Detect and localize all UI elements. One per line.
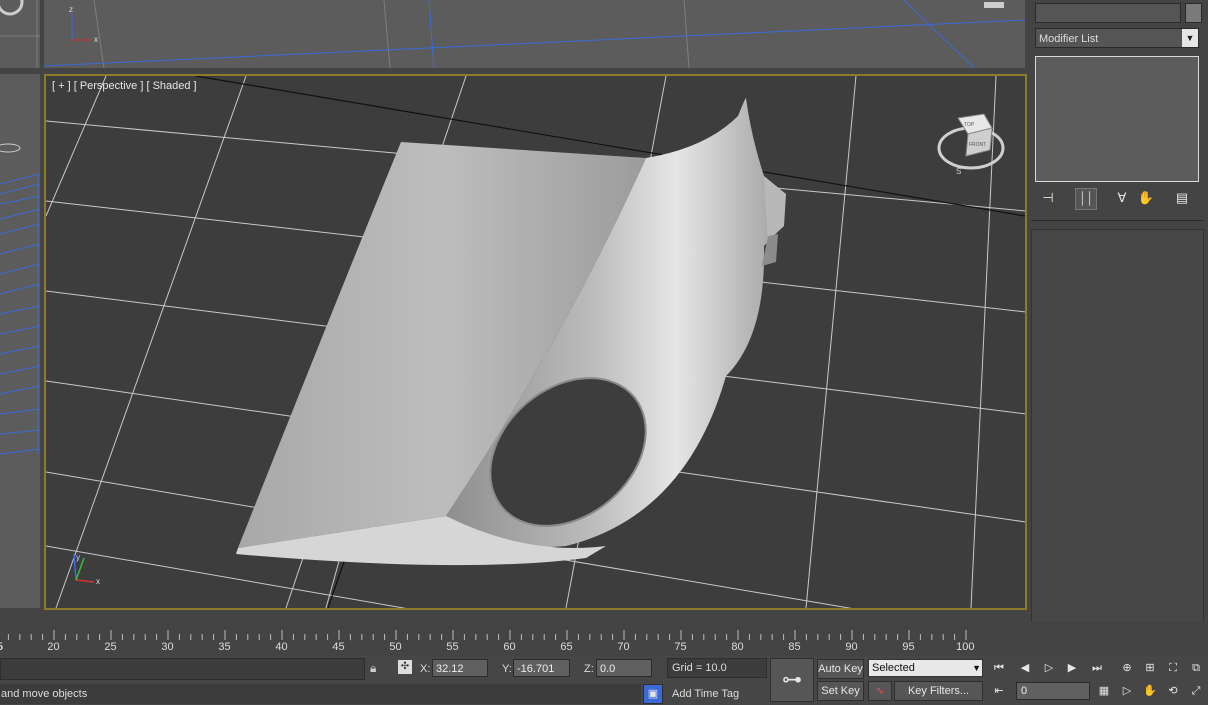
configure-modifier-sets-icon[interactable]: ▤ [1172, 188, 1192, 208]
top-axis-x: x [94, 35, 98, 44]
auto-key-button[interactable]: Auto Key [817, 659, 864, 679]
tick-label: 40 [275, 641, 288, 653]
left-viewport-wireframe [0, 143, 40, 455]
y-coordinate-field[interactable]: -16.701 [513, 659, 570, 677]
curve-editor-icon[interactable]: ∿ [868, 681, 892, 701]
field-of-view-icon[interactable]: ▷ [1118, 682, 1136, 700]
panel-divider [1032, 220, 1204, 221]
time-tag-icon[interactable]: ▣ [643, 684, 663, 704]
zoom-icon[interactable]: ⊕ [1118, 659, 1136, 677]
ruler-spacer [1025, 622, 1208, 656]
grid-size: Grid = 10.0 [667, 658, 767, 678]
next-frame-icon[interactable]: ▶︎ [1063, 659, 1081, 677]
add-time-tag-button[interactable]: Add Time Tag [667, 684, 767, 704]
tick-label: 50 [389, 641, 402, 653]
tick-label: 70 [617, 641, 630, 653]
tick-label: 60 [503, 641, 516, 653]
parameters-rollout[interactable] [1031, 229, 1204, 647]
persp-axis-x: x [96, 577, 100, 586]
left-viewport[interactable] [0, 74, 40, 608]
make-unique-icon[interactable]: ∀ [1112, 188, 1132, 208]
maximize-viewport-icon[interactable]: ⤢ [1187, 682, 1205, 700]
z-coordinate-field[interactable]: 0.0 [596, 659, 652, 677]
lock-icon[interactable]: 🔒︎ [370, 661, 376, 676]
x-label: X: [420, 663, 431, 675]
key-filters-button[interactable]: Key Filters... [894, 681, 983, 701]
modifier-stack[interactable] [1035, 56, 1199, 182]
y-label: Y: [502, 663, 512, 675]
top-viewport[interactable]: z x [44, 0, 1025, 68]
absolute-mode-icon[interactable]: ✣ [398, 660, 412, 674]
previous-frame-icon[interactable]: ◀︎ [1016, 659, 1034, 677]
tick-label: 95 [902, 641, 915, 653]
viewcube-front: FRONT [969, 142, 986, 148]
viewcube-top: TOP [964, 122, 975, 128]
chevron-down-icon[interactable]: ▼ [972, 660, 981, 676]
viewport-label[interactable]: [ + ] [ Perspective ] [ Shaded ] [52, 80, 197, 92]
left-top-viewport-art [0, 0, 40, 68]
key-mode-toggle-icon[interactable]: ⇤ [990, 682, 1008, 700]
persp-axis-y: y [76, 553, 80, 562]
tick-label: 20 [47, 641, 60, 653]
set-key-icon[interactable]: ⊶ [770, 658, 814, 702]
modifier-list-label: Modifier List [1039, 33, 1099, 45]
tick-label: 55 [446, 641, 459, 653]
prompt-line: and move objects [0, 684, 641, 704]
play-icon[interactable]: ▷ [1040, 659, 1058, 677]
go-to-end-icon[interactable]: ⏭ [1088, 659, 1106, 677]
perspective-scene: y x TOP FRONT S [46, 76, 1025, 608]
ruler-ticks [7, 630, 967, 640]
top-axis-z: z [69, 5, 73, 14]
tick-label: 65 [560, 641, 573, 653]
pin-stack-icon[interactable]: ⊣ [1038, 188, 1058, 208]
modifier-list-dropdown[interactable]: Modifier List ▼ [1035, 28, 1199, 48]
x-coordinate-field[interactable]: 32.12 [432, 659, 488, 677]
chevron-down-icon[interactable]: ▼ [1182, 29, 1198, 47]
object-name-field[interactable] [1035, 3, 1181, 23]
tick-label: 25 [104, 641, 117, 653]
hood-model [236, 97, 786, 566]
remove-modifier-icon[interactable]: ✋ [1136, 188, 1156, 208]
tick-label: 15 [0, 641, 3, 653]
perspective-viewport[interactable]: y x TOP FRONT S [ + ] [ Perspective ] [ … [44, 74, 1027, 610]
tick-label: 80 [731, 641, 744, 653]
current-frame-field[interactable]: 0 [1016, 682, 1090, 700]
zoom-extents-icon[interactable]: ⛶ [1164, 659, 1182, 677]
object-color-swatch[interactable] [1185, 3, 1202, 23]
orbit-icon[interactable]: ⟲ [1164, 682, 1182, 700]
time-ruler[interactable]: 5 1520253035404550556065707580859095100 [0, 622, 1025, 656]
set-key-button[interactable]: Set Key [817, 681, 864, 701]
tick-label: 45 [332, 641, 345, 653]
tick-label: 100 [956, 641, 975, 653]
zoom-extents-all-icon[interactable]: ⧉ [1187, 659, 1205, 677]
viewcube-south: S [956, 167, 961, 176]
tick-label: 75 [674, 641, 687, 653]
selection-set-dropdown[interactable]: Selected ▼ [868, 659, 983, 677]
tick-label: 35 [218, 641, 231, 653]
maxscript-listener[interactable] [0, 658, 365, 680]
tick-label: 30 [161, 641, 174, 653]
tick-label: 85 [788, 641, 801, 653]
zoom-all-icon[interactable]: ⊞ [1141, 659, 1159, 677]
top-viewport-grid: z x [44, 0, 1025, 68]
selection-set-value: Selected [872, 662, 915, 674]
z-label: Z: [584, 663, 594, 675]
go-to-start-icon[interactable]: ⏮ [990, 659, 1008, 677]
left-top-viewport[interactable] [0, 0, 40, 68]
show-end-result-icon[interactable]: ⏐⏐ [1075, 188, 1097, 210]
time-configuration-icon[interactable]: ▦ [1095, 682, 1113, 700]
tick-label: 90 [845, 641, 858, 653]
pan-view-icon[interactable]: ✋ [1141, 682, 1159, 700]
